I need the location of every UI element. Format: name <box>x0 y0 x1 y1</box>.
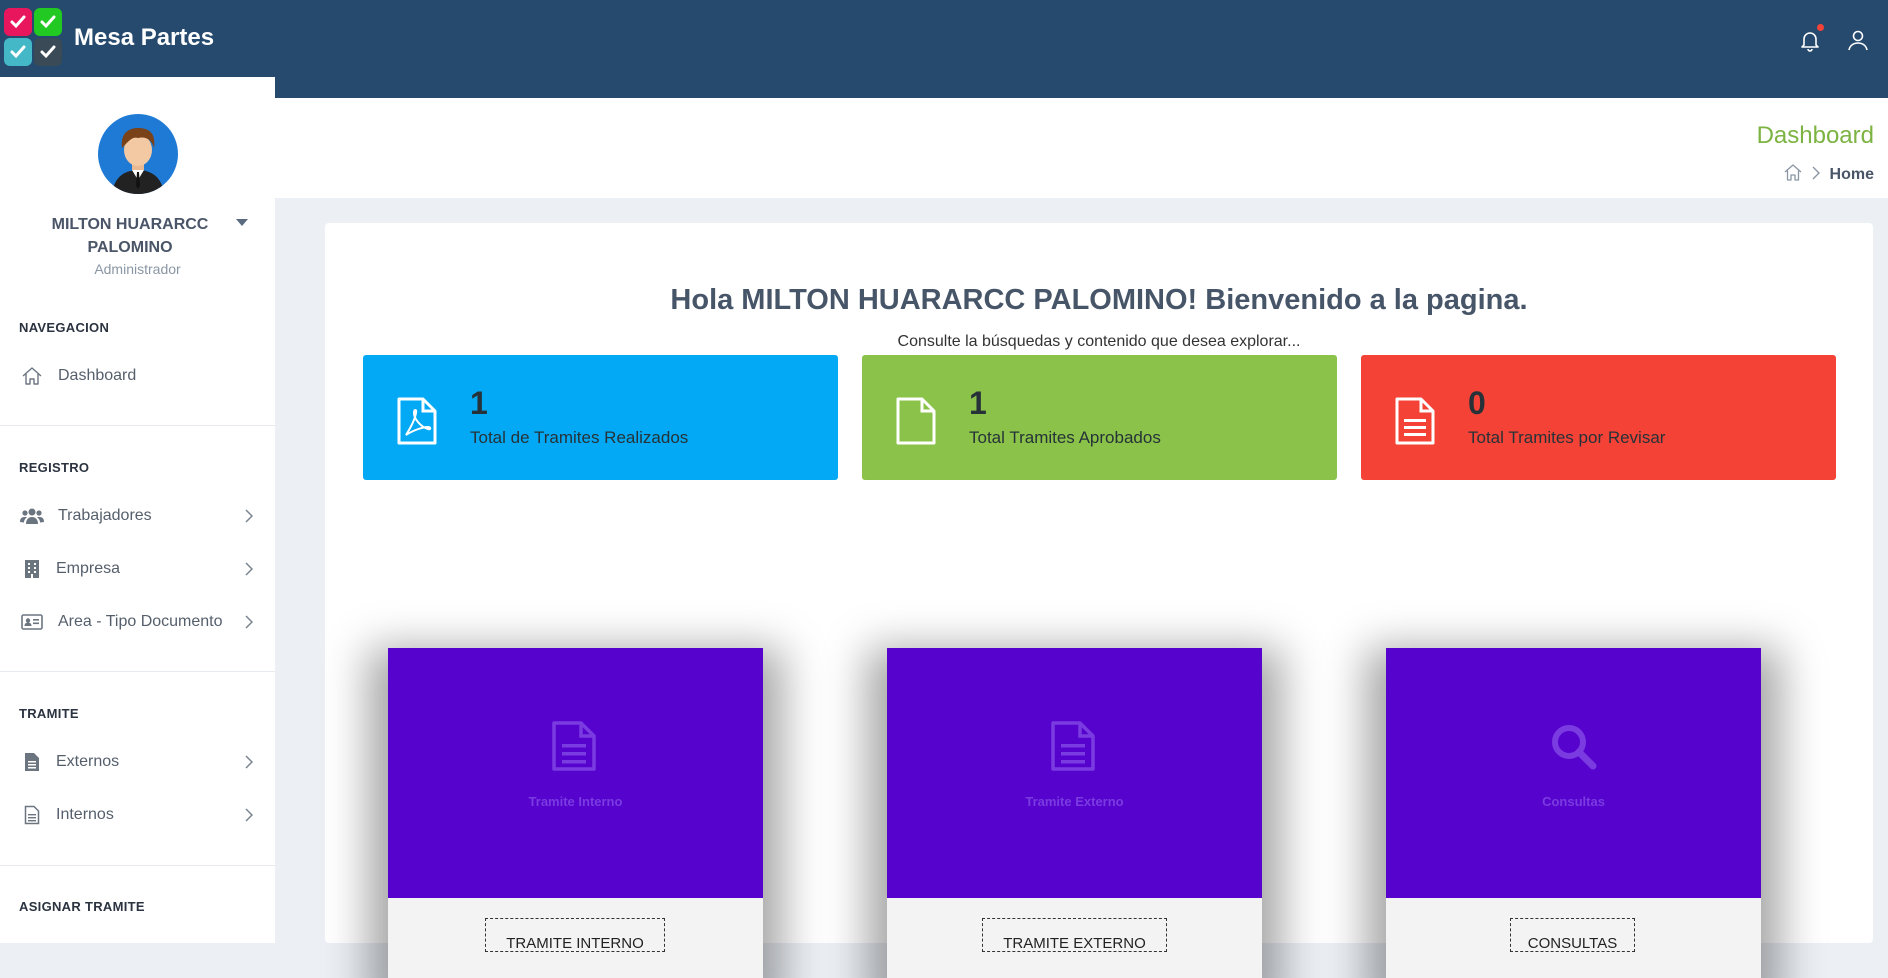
sidebar-item-externos[interactable]: Externos <box>0 742 275 782</box>
home-icon <box>20 365 44 387</box>
nav-section-navegacion: NAVEGACION <box>19 320 110 335</box>
breadcrumb-current: Home <box>1829 166 1874 183</box>
avatar <box>98 114 178 194</box>
user-name[interactable]: MILTON HUARARCC PALOMINO <box>30 213 230 259</box>
stat-label: Total Tramites Aprobados <box>969 428 1161 447</box>
welcome-heading: Hola MILTON HUARARCC PALOMINO! Bienvenid… <box>670 284 1528 316</box>
top-navbar: Mesa Partes <box>0 0 1888 98</box>
breadcrumb: Home <box>1784 164 1874 186</box>
building-icon <box>20 558 44 580</box>
chevron-right-icon <box>245 615 254 634</box>
stat-value: 1 <box>470 385 488 421</box>
tile-tramite-externo: Tramite Externo TRAMITE EXTERNO <box>887 648 1262 978</box>
tile-tramite-interno: Tramite Interno TRAMITE INTERNO <box>388 648 763 978</box>
sidebar-item-area-tipo-documento[interactable]: Area - Tipo Documento <box>0 602 275 642</box>
tramite-externo-button[interactable]: TRAMITE EXTERNO <box>982 918 1167 952</box>
sidebar-item-label: Externos <box>56 753 120 770</box>
nav-section-tramite: TRAMITE <box>19 706 79 721</box>
logo-check-icon <box>34 8 62 36</box>
tile-consultas: Consultas CONSULTAS <box>1386 648 1761 978</box>
user-menu-button[interactable] <box>1840 22 1876 58</box>
sidebar-item-dashboard[interactable]: Dashboard <box>0 356 275 396</box>
chevron-right-icon <box>245 509 254 528</box>
sidebar: MILTON HUARARCC PALOMINO Administrador N… <box>0 77 275 943</box>
sidebar-item-label: Internos <box>56 806 114 823</box>
top-actions <box>1792 22 1888 58</box>
sidebar-divider <box>0 671 275 672</box>
search-icon <box>1549 722 1597 775</box>
tramite-interno-button[interactable]: TRAMITE INTERNO <box>485 918 665 952</box>
chevron-right-icon <box>1812 166 1820 185</box>
logo-check-icon <box>4 38 32 66</box>
chevron-right-icon <box>245 808 254 827</box>
welcome-subtitle: Consulte la búsquedas y contenido que de… <box>897 333 1301 350</box>
notifications-button[interactable] <box>1792 22 1828 58</box>
bell-icon <box>1801 32 1819 52</box>
document-icon <box>551 720 597 777</box>
logo-check-icon <box>34 38 62 66</box>
notification-badge <box>1817 24 1824 31</box>
sidebar-divider <box>0 865 275 866</box>
tile-caption: Consultas <box>1542 794 1605 809</box>
chevron-right-icon <box>245 755 254 774</box>
sidebar-item-empresa[interactable]: Empresa <box>0 549 275 589</box>
sidebar-item-trabajadores[interactable]: Trabajadores <box>0 496 275 536</box>
consultas-button[interactable]: CONSULTAS <box>1510 918 1635 952</box>
tile-banner: Tramite Externo <box>887 648 1262 898</box>
app-logo <box>4 8 62 66</box>
dashboard-card: Hola MILTON HUARARCC PALOMINO! Bienvenid… <box>325 223 1873 978</box>
nav-section-registro: REGISTRO <box>19 460 90 475</box>
id-card-icon <box>20 611 44 633</box>
stat-card-por-revisar: 0 Total Tramites por Revisar <box>1361 355 1836 480</box>
file-outline-icon <box>20 804 44 826</box>
home-icon[interactable] <box>1784 164 1802 186</box>
document-icon <box>1050 720 1096 777</box>
sidebar-item-label: Dashboard <box>58 367 137 384</box>
stat-card-realizados: 1 Total de Tramites Realizados <box>363 355 838 480</box>
tile-banner: Tramite Interno <box>388 648 763 898</box>
sidebar-item-label: Area - Tipo Documento <box>58 613 223 630</box>
tile-footer: TRAMITE EXTERNO <box>887 898 1262 978</box>
document-lines-icon <box>1395 397 1435 450</box>
stat-value: 0 <box>1468 385 1486 421</box>
file-icon <box>896 397 936 450</box>
users-icon <box>20 505 44 527</box>
page-header: Dashboard Home <box>275 98 1888 198</box>
user-icon <box>1848 30 1868 51</box>
caret-down-icon[interactable] <box>236 219 248 226</box>
user-role: Administrador <box>94 261 181 277</box>
app-name: Mesa Partes <box>74 24 215 51</box>
sidebar-item-label: Empresa <box>56 560 121 577</box>
tile-banner: Consultas <box>1386 648 1761 898</box>
tile-caption: Tramite Interno <box>528 794 623 809</box>
chevron-right-icon <box>245 562 254 581</box>
stat-label: Total de Tramites Realizados <box>470 428 689 447</box>
tile-footer: CONSULTAS <box>1386 898 1761 978</box>
sidebar-divider <box>0 425 275 426</box>
tile-caption: Tramite Externo <box>1025 794 1124 809</box>
sidebar-item-internos[interactable]: Internos <box>0 795 275 835</box>
stat-card-aprobados: 1 Total Tramites Aprobados <box>862 355 1337 480</box>
stat-value: 1 <box>969 385 987 421</box>
tile-footer: TRAMITE INTERNO <box>388 898 763 978</box>
sidebar-item-label: Trabajadores <box>58 507 152 524</box>
nav-section-asignar-tramite: ASIGNAR TRAMITE <box>19 899 145 914</box>
pdf-file-icon <box>397 397 437 450</box>
logo-check-icon <box>4 8 32 36</box>
brand[interactable]: Mesa Partes <box>0 0 275 77</box>
file-icon <box>20 751 44 773</box>
page-title: Dashboard <box>1756 122 1874 149</box>
stat-label: Total Tramites por Revisar <box>1468 428 1666 447</box>
